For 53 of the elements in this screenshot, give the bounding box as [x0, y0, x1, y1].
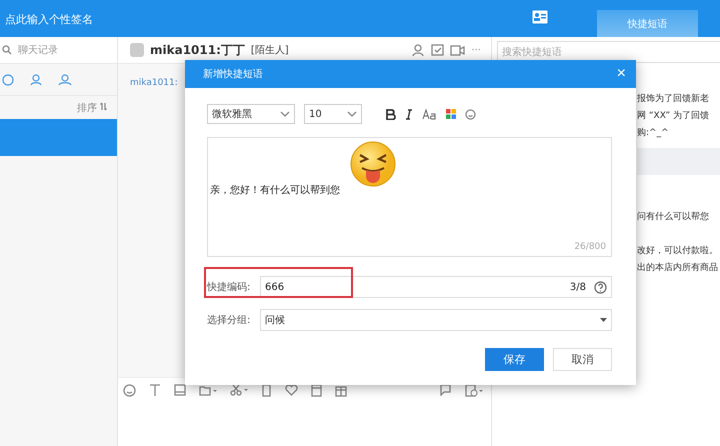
phrase-item[interactable]: 问有什么可以帮您 — [637, 209, 720, 226]
contact-avatar — [130, 43, 144, 57]
character-counter: 26/800 — [574, 242, 606, 252]
scissors-icon[interactable] — [230, 384, 248, 396]
field-label: 快捷编码: — [207, 280, 252, 294]
phrase-item[interactable]: 购:^_^ — [637, 125, 720, 142]
phrase-item[interactable]: 网 “XX” 为了回馈 — [637, 108, 720, 125]
font-select[interactable]: 微软雅黑 — [207, 104, 295, 124]
person-icon[interactable] — [412, 44, 426, 56]
group-value: 问候 — [265, 314, 285, 327]
cancel-button[interactable]: 取消 — [553, 348, 612, 371]
checklist-icon[interactable] — [431, 44, 444, 56]
phrase-item[interactable]: 改好，可以付款啦。 — [637, 243, 720, 260]
text-icon[interactable] — [149, 384, 161, 396]
search-icon — [2, 45, 12, 55]
group-select[interactable]: 问候 — [260, 309, 612, 331]
person-icon[interactable] — [30, 74, 42, 86]
sender-name: mika1011: — [130, 78, 179, 88]
character-counter: 3/8 — [570, 282, 586, 292]
sort-icon[interactable] — [100, 102, 107, 110]
folder-icon[interactable] — [199, 384, 217, 396]
contact-name: mika1011:丁丁 — [150, 42, 245, 58]
font-value: 微软雅黑 — [212, 108, 252, 121]
message-editor[interactable]: 亲，您好！有什么可以帮到您 26/800 — [207, 137, 612, 257]
size-value: 10 — [309, 108, 322, 120]
history-icon[interactable] — [465, 384, 483, 396]
phrase-text: 亲，您好！有什么可以帮到您 — [210, 184, 340, 197]
field-label: 选择分组: — [207, 314, 252, 327]
font-size-icon[interactable] — [422, 108, 437, 120]
dropdown-icon — [600, 318, 607, 322]
chat-bubble-icon[interactable] — [439, 384, 452, 396]
code-value: 666 — [265, 282, 284, 292]
tongue-emoji-icon — [350, 141, 396, 187]
contact-card-icon[interactable] — [532, 10, 548, 24]
color-grid-icon[interactable] — [446, 109, 456, 119]
chevron-icon — [280, 111, 290, 117]
image-icon[interactable] — [174, 384, 186, 396]
size-select[interactable]: 10 — [304, 104, 362, 124]
phrase-item[interactable]: 报饰为了回馈新老 — [637, 91, 720, 108]
contact-tag: [陌生人] — [250, 43, 289, 57]
smiley-icon[interactable] — [465, 108, 476, 120]
phrase-item[interactable]: 出的本店内所有商品 — [637, 260, 720, 277]
italic-icon[interactable] — [405, 108, 413, 120]
save-button[interactable]: 保存 — [485, 348, 544, 371]
emoji-icon[interactable] — [123, 384, 136, 396]
chevron-icon — [347, 111, 357, 117]
calendar-icon[interactable] — [311, 384, 322, 396]
shortcut-code-field[interactable]: 666 3/8 — [260, 276, 612, 298]
video-icon[interactable] — [450, 44, 466, 56]
dialog-title: 新增快捷短语 — [203, 68, 264, 81]
bold-icon[interactable] — [386, 108, 396, 120]
heart-icon[interactable] — [285, 384, 298, 396]
help-icon[interactable] — [594, 280, 607, 294]
